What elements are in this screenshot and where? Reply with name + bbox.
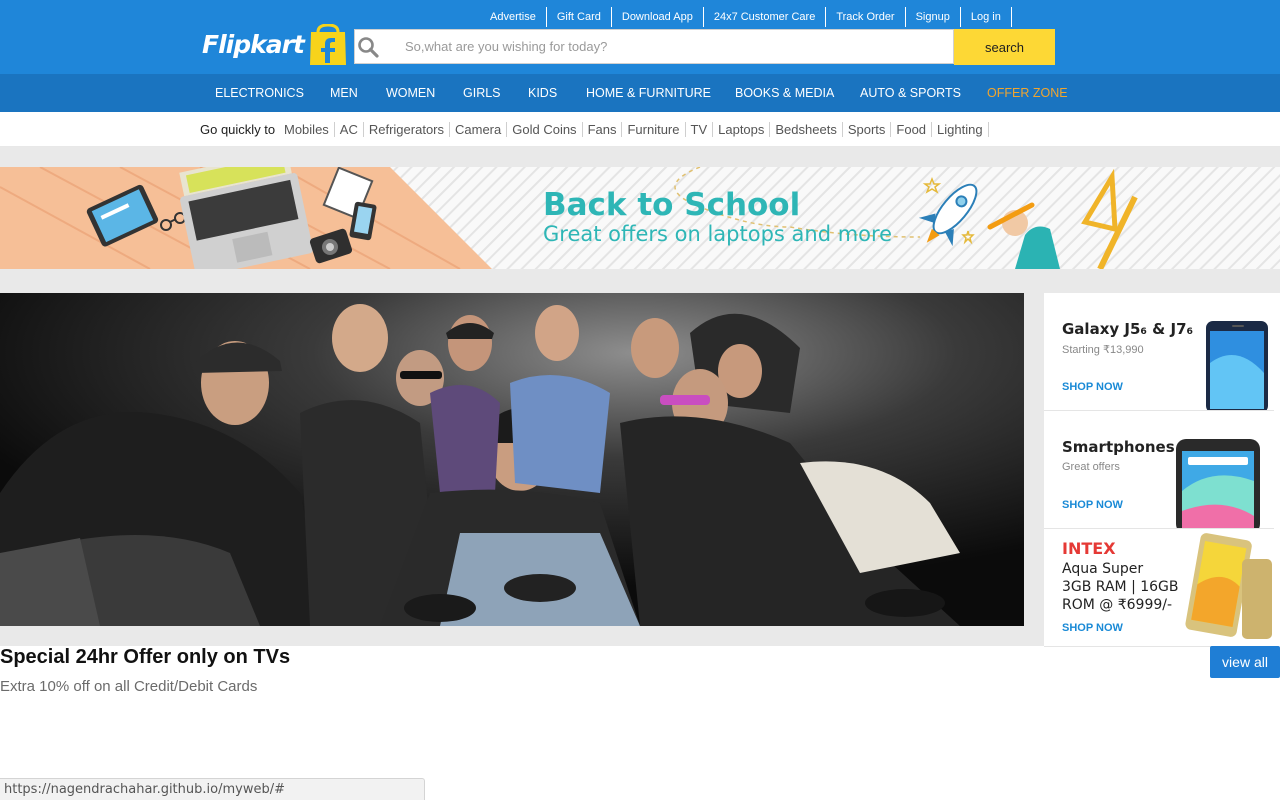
banner-title: Back to School bbox=[543, 187, 801, 223]
quick-link-laptops[interactable]: Laptops bbox=[713, 122, 771, 137]
nav-electronics[interactable]: ELECTRONICS bbox=[215, 74, 304, 112]
quick-links: Mobiles AC Refrigerators Camera Gold Coi… bbox=[279, 122, 989, 137]
smartphone-image bbox=[1176, 439, 1260, 528]
promo-intex-shop-now[interactable]: SHOP NOW bbox=[1062, 622, 1123, 634]
hero-bottom-strip bbox=[0, 626, 1044, 646]
nav-women[interactable]: WOMEN bbox=[386, 74, 435, 112]
quick-link-gold-coins[interactable]: Gold Coins bbox=[507, 122, 583, 137]
promo-galaxy-subtitle: Starting ₹13,990 bbox=[1062, 344, 1144, 356]
quick-link-food[interactable]: Food bbox=[891, 122, 933, 137]
quick-link-tv[interactable]: TV bbox=[686, 122, 714, 137]
site-header: Advertise Gift Card Download App 24x7 Cu… bbox=[0, 0, 1280, 74]
quick-links-label: Go quickly to bbox=[200, 122, 276, 137]
nav-men[interactable]: MEN bbox=[330, 74, 358, 112]
search-box bbox=[354, 29, 954, 64]
promo-smartphones-title: Smartphones bbox=[1062, 438, 1175, 456]
offer-subtitle: Extra 10% off on all Credit/Debit Cards bbox=[0, 678, 258, 695]
nav-home-furniture[interactable]: HOME & FURNITURE bbox=[586, 74, 711, 112]
nav-offer-zone[interactable]: OFFER ZONE bbox=[987, 74, 1068, 112]
side-promos: Galaxy J5₆ & J7₆ Starting ₹13,990 SHOP N… bbox=[1044, 293, 1274, 647]
content-gutter bbox=[1024, 293, 1044, 646]
quick-link-refrigerators[interactable]: Refrigerators bbox=[364, 122, 450, 137]
search-input[interactable] bbox=[405, 30, 945, 63]
promo-intex-brand: INTEX bbox=[1062, 539, 1116, 558]
promo-intex[interactable]: INTEX Aqua Super 3GB RAM | 16GB ROM @ ₹6… bbox=[1044, 529, 1274, 647]
top-link-customer-care[interactable]: 24x7 Customer Care bbox=[704, 7, 827, 27]
top-link-download-app[interactable]: Download App bbox=[612, 7, 704, 27]
promo-galaxy[interactable]: Galaxy J5₆ & J7₆ Starting ₹13,990 SHOP N… bbox=[1044, 293, 1274, 411]
quick-link-camera[interactable]: Camera bbox=[450, 122, 508, 137]
quick-link-fans[interactable]: Fans bbox=[583, 122, 623, 137]
nav-auto-sports[interactable]: AUTO & SPORTS bbox=[860, 74, 961, 112]
promo-smartphones-subtitle: Great offers bbox=[1062, 461, 1120, 473]
nav-kids[interactable]: KIDS bbox=[528, 74, 557, 112]
search-button[interactable]: search bbox=[954, 29, 1055, 65]
promo-intex-line1: Aqua Super bbox=[1062, 561, 1144, 577]
nav-girls[interactable]: GIRLS bbox=[463, 74, 501, 112]
top-link-track-order[interactable]: Track Order bbox=[826, 7, 906, 27]
quick-link-lighting[interactable]: Lighting bbox=[932, 122, 989, 137]
view-all-button[interactable]: view all bbox=[1210, 646, 1280, 678]
quick-link-furniture[interactable]: Furniture bbox=[622, 122, 686, 137]
hero-photo-group-image bbox=[0, 293, 1024, 626]
promo-galaxy-shop-now[interactable]: SHOP NOW bbox=[1062, 381, 1123, 393]
quick-link-bedsheets[interactable]: Bedsheets bbox=[770, 122, 843, 137]
promo-smartphones[interactable]: Smartphones Great offers SHOP NOW bbox=[1044, 411, 1274, 529]
back-to-school-banner[interactable]: Back to School Great offers on laptops a… bbox=[0, 167, 1280, 269]
quick-link-mobiles[interactable]: Mobiles bbox=[279, 122, 335, 137]
search-icon[interactable] bbox=[357, 36, 379, 58]
top-link-login[interactable]: Log in bbox=[961, 7, 1012, 27]
top-link-advertise[interactable]: Advertise bbox=[480, 7, 547, 27]
samsung-phone-image bbox=[1206, 321, 1268, 410]
intex-phone-image bbox=[1185, 533, 1272, 639]
promo-intex-line3: ROM @ ₹6999/- bbox=[1062, 597, 1173, 613]
offer-title: Special 24hr Offer only on TVs bbox=[0, 646, 291, 668]
browser-status-url: https://nagendrachahar.github.io/myweb/# bbox=[0, 778, 425, 800]
quick-link-sports[interactable]: Sports bbox=[843, 122, 892, 137]
category-nav: ELECTRONICS MEN WOMEN GIRLS KIDS HOME & … bbox=[0, 74, 1280, 112]
top-link-gift-card[interactable]: Gift Card bbox=[547, 7, 612, 27]
promo-galaxy-title: Galaxy J5₆ & J7₆ bbox=[1062, 320, 1194, 338]
banner-subtitle: Great offers on laptops and more bbox=[543, 222, 893, 246]
quick-links-bar: Go quickly to Mobiles AC Refrigerators C… bbox=[0, 112, 1280, 147]
quick-link-ac[interactable]: AC bbox=[335, 122, 364, 137]
flipkart-logo[interactable]: Flipkart bbox=[202, 30, 305, 59]
top-links: Advertise Gift Card Download App 24x7 Cu… bbox=[480, 7, 1012, 27]
top-link-signup[interactable]: Signup bbox=[906, 7, 961, 27]
shopping-bag-logo-icon[interactable] bbox=[308, 24, 348, 66]
promo-intex-line2: 3GB RAM | 16GB bbox=[1062, 579, 1179, 595]
hero-carousel-image[interactable] bbox=[0, 293, 1024, 626]
promo-smartphones-shop-now[interactable]: SHOP NOW bbox=[1062, 499, 1123, 511]
nav-books-media[interactable]: BOOKS & MEDIA bbox=[735, 74, 834, 112]
